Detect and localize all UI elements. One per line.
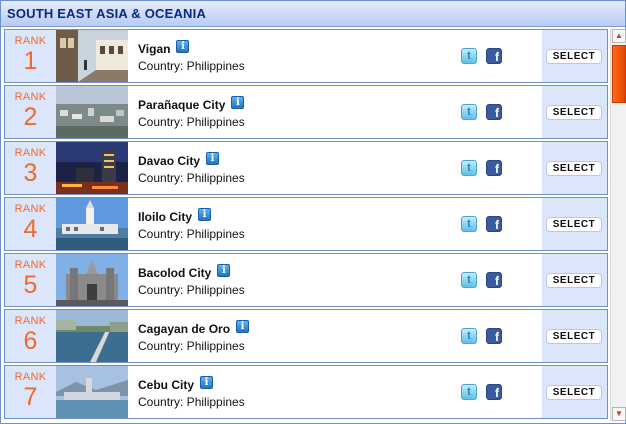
info-icon[interactable]: i bbox=[231, 95, 245, 109]
city-name[interactable]: Davao City bbox=[138, 154, 200, 168]
rank-box: RANK 4 bbox=[5, 198, 56, 250]
rank-number: 5 bbox=[23, 271, 38, 299]
ranking-panel: SOUTH EAST ASIA & OCEANIA RANK 1 Vigan i… bbox=[0, 0, 626, 424]
country-label: Country: Philippines bbox=[138, 395, 245, 409]
country-label: Country: Philippines bbox=[138, 227, 245, 241]
city-thumbnail[interactable] bbox=[56, 142, 128, 194]
select-button[interactable]: SELECT bbox=[546, 105, 602, 120]
select-button[interactable]: SELECT bbox=[546, 161, 602, 176]
city-row-3: RANK 3 Davao City i Country: Philippines… bbox=[4, 141, 608, 195]
country-label: Country: Philippines bbox=[138, 115, 245, 129]
info-icon[interactable]: i bbox=[198, 207, 211, 221]
city-row-1: RANK 1 Vigan i Country: Philippines t f … bbox=[4, 29, 608, 83]
rank-number: 7 bbox=[23, 383, 38, 411]
rank-label: RANK bbox=[14, 315, 47, 327]
scrollbar-thumb[interactable] bbox=[612, 45, 626, 103]
info-icon[interactable]: i bbox=[217, 263, 231, 277]
select-button[interactable]: SELECT bbox=[546, 217, 602, 232]
rank-number: 1 bbox=[23, 47, 38, 75]
select-button[interactable]: SELECT bbox=[546, 49, 602, 64]
city-name[interactable]: Iloilo City bbox=[138, 210, 192, 224]
scroll-down-arrow-icon[interactable]: ▼ bbox=[612, 407, 626, 421]
city-list: RANK 1 Vigan i Country: Philippines t f … bbox=[4, 29, 608, 421]
city-row-6: RANK 6 Cagayan de Oro i Country: Philipp… bbox=[4, 309, 608, 363]
vertical-scrollbar[interactable]: ▲ ▼ bbox=[610, 29, 626, 421]
rank-box: RANK 3 bbox=[5, 142, 56, 194]
city-name[interactable]: Cebu City bbox=[138, 378, 194, 392]
city-thumbnail[interactable] bbox=[56, 366, 128, 418]
city-name[interactable]: Vigan bbox=[138, 42, 170, 56]
facebook-icon[interactable]: f bbox=[486, 160, 502, 176]
info-icon[interactable]: i bbox=[200, 375, 214, 389]
facebook-icon[interactable]: f bbox=[486, 272, 502, 288]
info-icon[interactable]: i bbox=[206, 151, 220, 165]
rank-number: 6 bbox=[23, 327, 38, 355]
city-row-7: RANK 7 Cebu City i Country: Philippines bbox=[4, 365, 608, 419]
facebook-icon[interactable]: f bbox=[486, 48, 502, 64]
rank-box: RANK 5 bbox=[5, 254, 56, 306]
info-icon[interactable]: i bbox=[176, 39, 190, 53]
twitter-icon[interactable]: t bbox=[461, 216, 477, 232]
city-thumbnail[interactable] bbox=[56, 86, 128, 138]
rank-number: 3 bbox=[23, 159, 38, 187]
rank-label: RANK bbox=[14, 371, 47, 383]
rank-label: RANK bbox=[14, 203, 47, 215]
facebook-icon[interactable]: f bbox=[486, 328, 502, 344]
city-row-5: RANK 5 Bacolod City i Country: Philippin… bbox=[4, 253, 608, 307]
city-name[interactable]: Cagayan de Oro bbox=[138, 322, 230, 336]
twitter-icon[interactable]: t bbox=[461, 104, 477, 120]
city-thumbnail[interactable] bbox=[56, 198, 128, 250]
twitter-icon[interactable]: t bbox=[461, 272, 477, 288]
country-label: Country: Philippines bbox=[138, 171, 245, 185]
rank-label: RANK bbox=[14, 35, 47, 47]
facebook-icon[interactable]: f bbox=[486, 384, 502, 400]
twitter-icon[interactable]: t bbox=[461, 384, 477, 400]
rank-box: RANK 7 bbox=[5, 366, 56, 418]
rank-box: RANK 6 bbox=[5, 310, 56, 362]
rank-box: RANK 1 bbox=[5, 30, 56, 82]
city-row-2: RANK 2 Parañaque City i Country: Philipp… bbox=[4, 85, 608, 139]
city-thumbnail[interactable] bbox=[56, 254, 128, 306]
region-header: SOUTH EAST ASIA & OCEANIA bbox=[1, 1, 625, 27]
city-row-4: RANK 4 Iloilo City i Country: Philippine… bbox=[4, 197, 608, 251]
scroll-up-arrow-icon[interactable]: ▲ bbox=[612, 29, 626, 43]
rank-label: RANK bbox=[14, 147, 47, 159]
country-label: Country: Philippines bbox=[138, 339, 245, 353]
facebook-icon[interactable]: f bbox=[486, 216, 502, 232]
rank-label: RANK bbox=[14, 259, 47, 271]
info-icon[interactable]: i bbox=[236, 319, 250, 333]
rank-label: RANK bbox=[14, 91, 47, 103]
rank-number: 2 bbox=[23, 103, 38, 131]
twitter-icon[interactable]: t bbox=[461, 48, 477, 64]
city-name[interactable]: Parañaque City bbox=[138, 98, 225, 112]
select-button[interactable]: SELECT bbox=[546, 273, 602, 288]
twitter-icon[interactable]: t bbox=[461, 328, 477, 344]
city-thumbnail[interactable] bbox=[56, 30, 128, 82]
select-button[interactable]: SELECT bbox=[546, 329, 602, 344]
country-label: Country: Philippines bbox=[138, 283, 245, 297]
rank-number: 4 bbox=[23, 215, 38, 243]
twitter-icon[interactable]: t bbox=[461, 160, 477, 176]
city-name[interactable]: Bacolod City bbox=[138, 266, 211, 280]
rank-box: RANK 2 bbox=[5, 86, 56, 138]
country-label: Country: Philippines bbox=[138, 59, 245, 73]
city-thumbnail[interactable] bbox=[56, 310, 128, 362]
select-button[interactable]: SELECT bbox=[546, 385, 602, 400]
facebook-icon[interactable]: f bbox=[486, 104, 502, 120]
